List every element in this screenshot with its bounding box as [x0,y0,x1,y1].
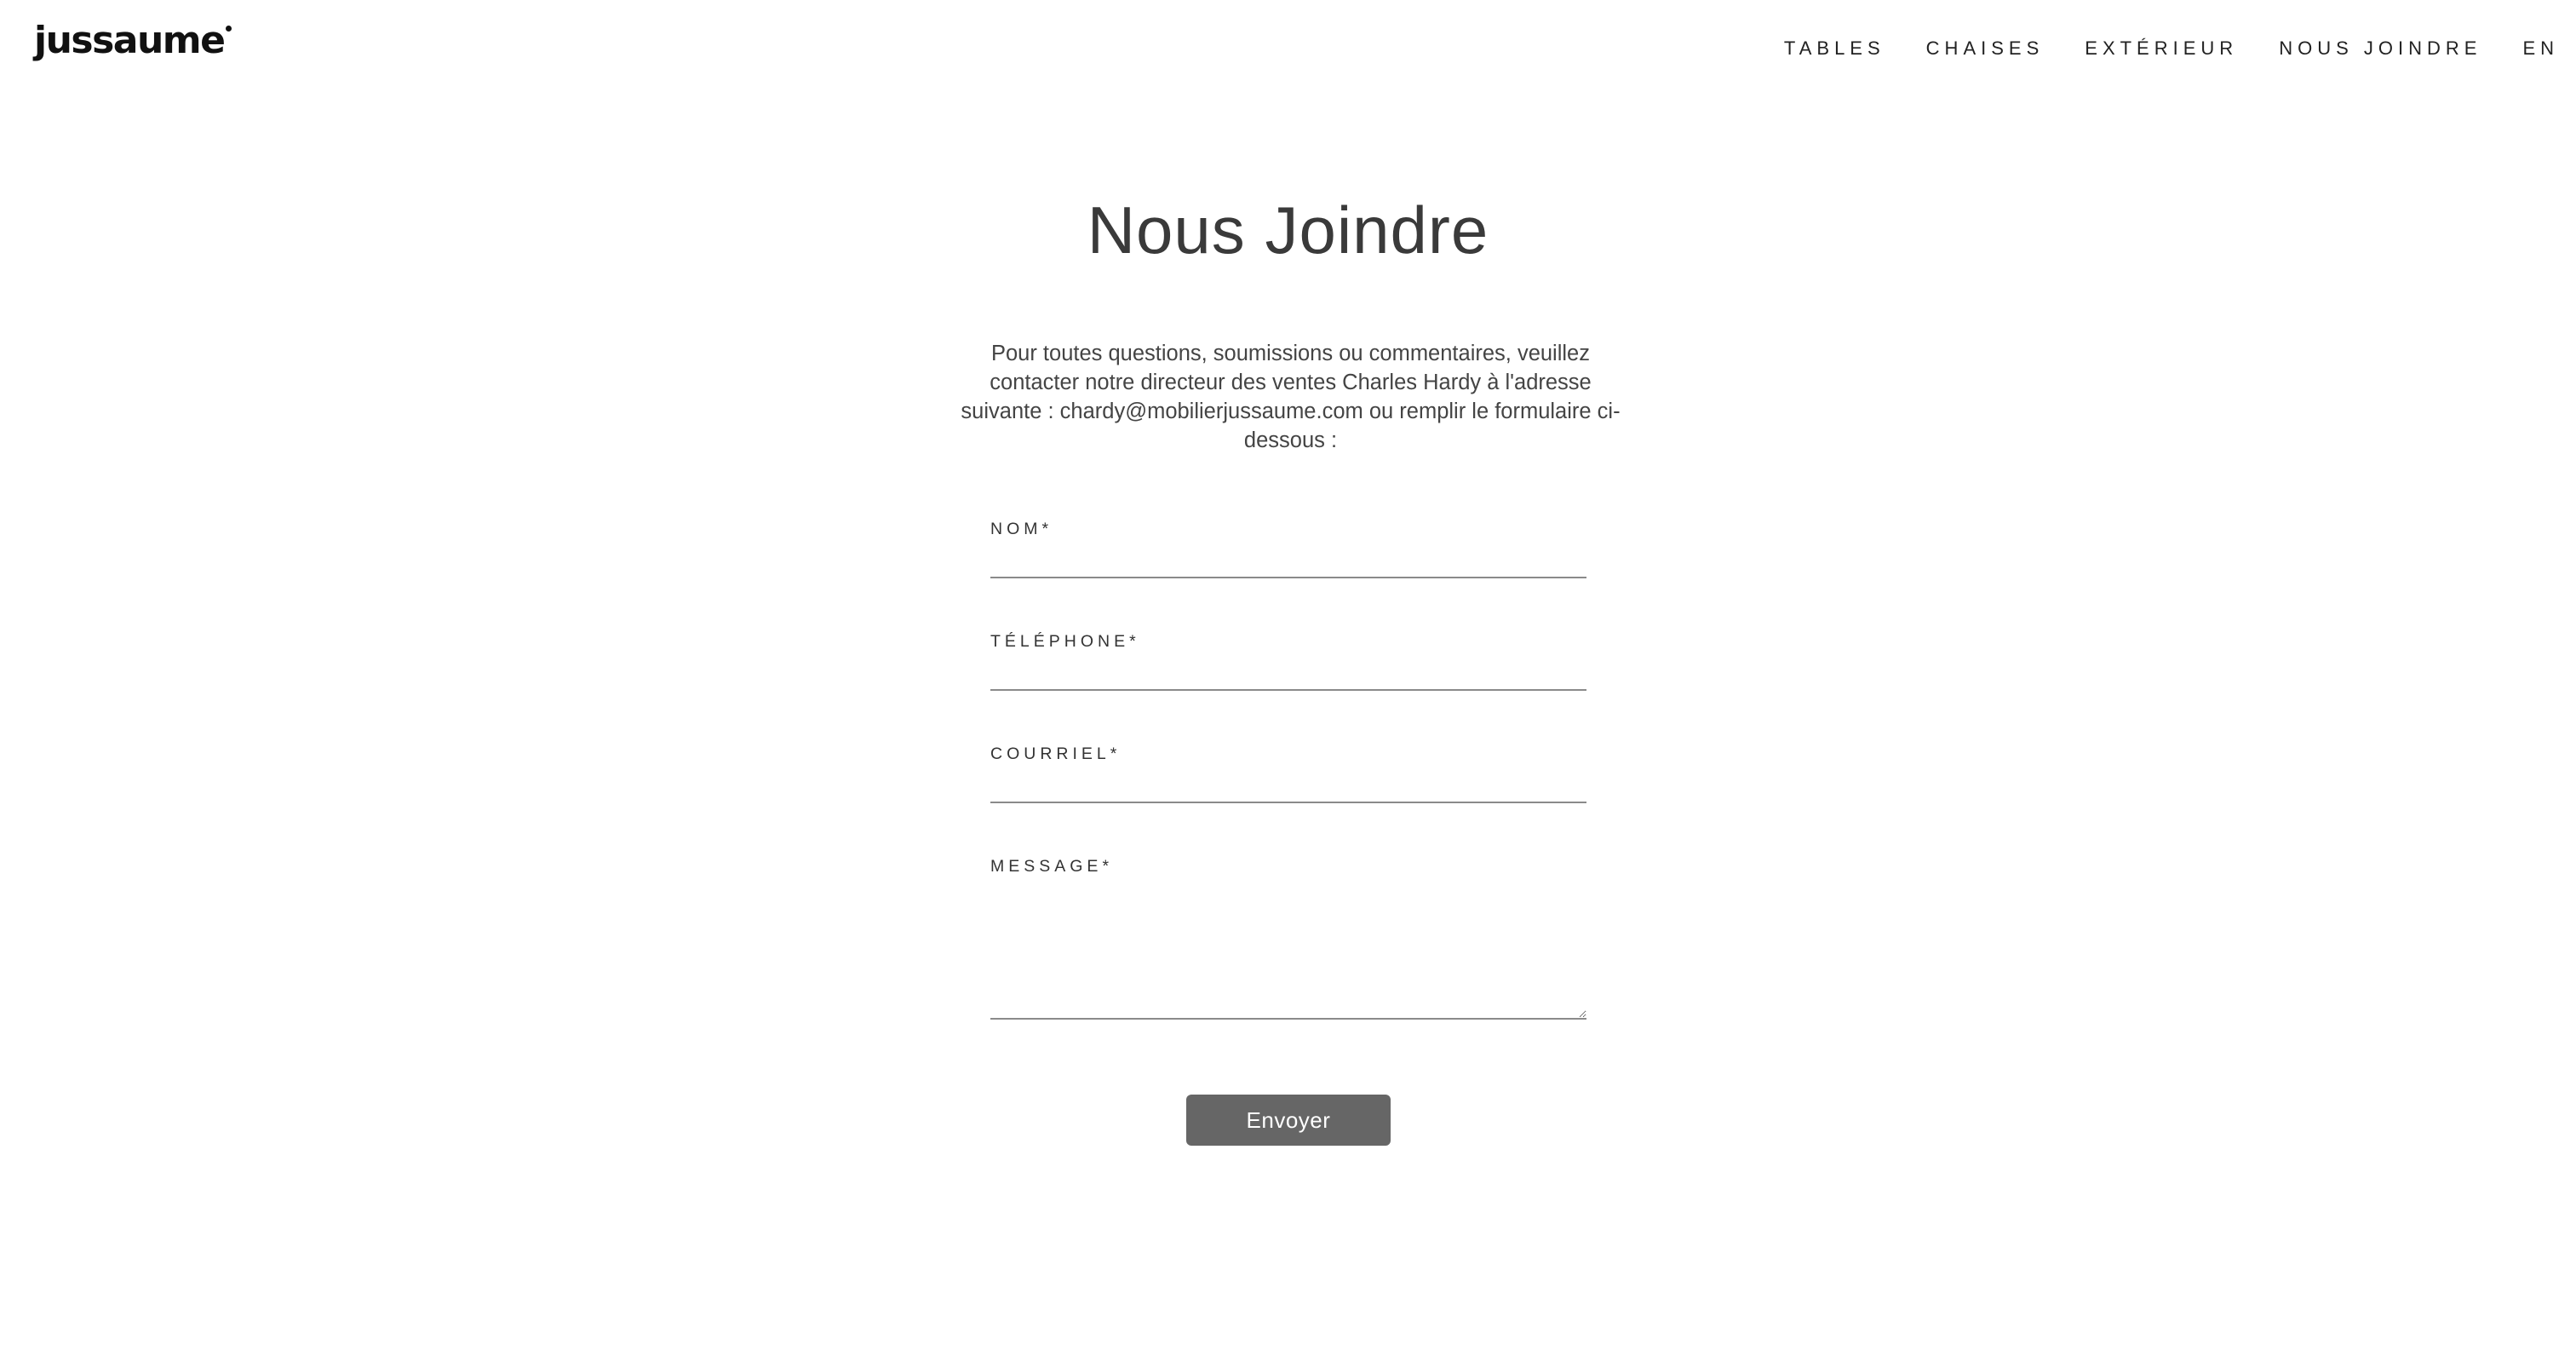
phone-field-group: TÉLÉPHONE* [990,632,1586,691]
main-nav: TABLES CHAISES EXTÉRIEUR NOUS JOINDRE EN [1784,37,2576,60]
email-input[interactable] [990,764,1586,803]
name-label: NOM* [990,520,1053,538]
message-field-group: MESSAGE* [990,857,1586,1020]
page-title: Nous Joindre [1087,193,1489,267]
name-input[interactable] [990,539,1586,578]
name-field-group: NOM* [990,520,1586,578]
nav-item-chaises[interactable]: CHAISES [1926,37,2045,60]
phone-label: TÉLÉPHONE* [990,632,1140,651]
logo-dot-icon [225,26,232,32]
nav-item-nous-joindre[interactable]: NOUS JOINDRE [2279,37,2481,60]
intro-text: Pour toutes questions, soumissions ou co… [961,341,1621,452]
message-textarea[interactable] [990,877,1586,1020]
site-logo[interactable]: jussaume [34,19,232,62]
email-field-group: COURRIEL* [990,744,1586,803]
phone-input[interactable] [990,652,1586,691]
logo-text: jussaume [34,19,226,62]
message-wrapper [990,877,1586,1020]
site-header: jussaume TABLES CHAISES EXTÉRIEUR NOUS J… [0,0,2576,102]
submit-button[interactable]: Envoyer [1186,1095,1391,1146]
language-switch-en[interactable]: EN [2522,37,2559,60]
nav-item-tables[interactable]: TABLES [1784,37,1885,60]
message-label: MESSAGE* [990,857,1114,876]
email-label: COURRIEL* [990,744,1122,763]
nav-item-exterieur[interactable]: EXTÉRIEUR [2085,37,2238,60]
